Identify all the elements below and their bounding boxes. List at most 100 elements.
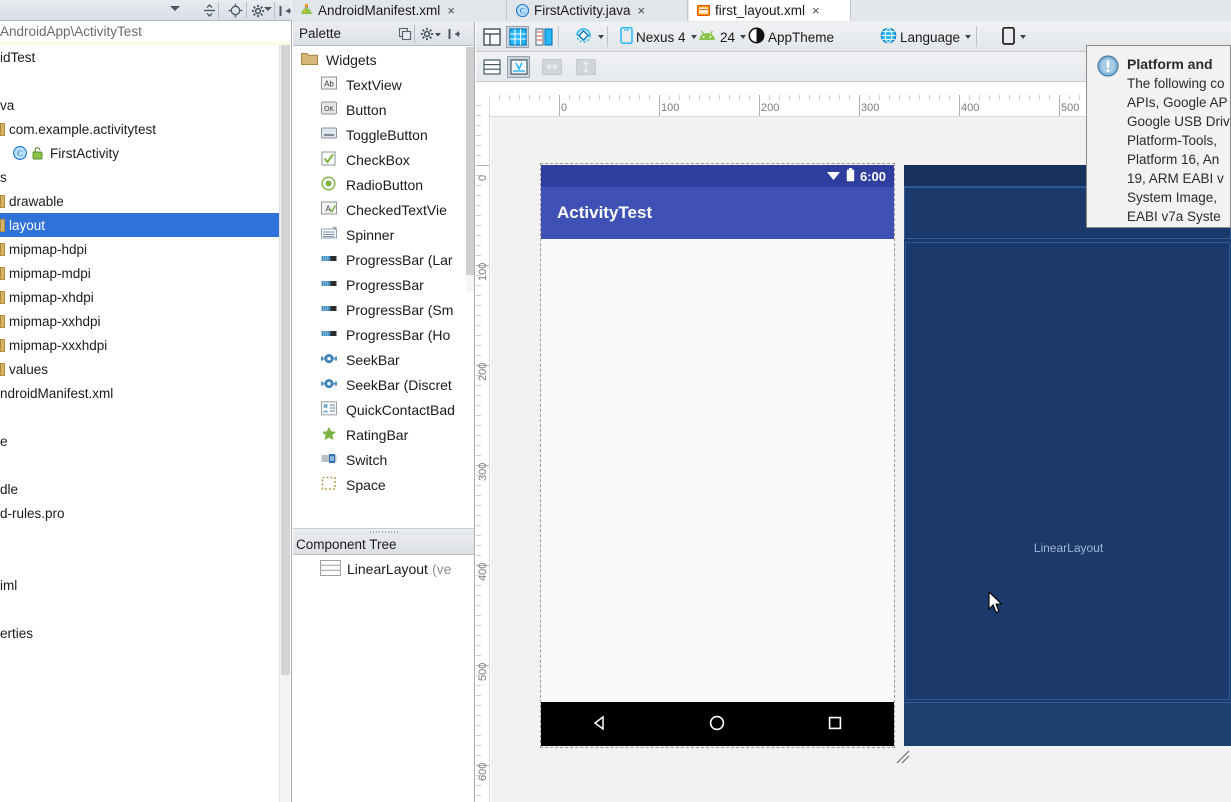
device-preview-render[interactable]: 6:00 ActivityTest	[541, 165, 894, 746]
close-icon[interactable]: ×	[638, 4, 646, 17]
chevron-down-icon[interactable]	[740, 35, 747, 39]
palette-item-checkedtextvie[interactable]: A CheckedTextVie	[321, 197, 447, 222]
ruler-minor-tick	[476, 315, 481, 316]
close-icon[interactable]: ×	[812, 4, 820, 17]
chevron-down-icon[interactable]	[598, 35, 604, 39]
palette-item-ratingbar[interactable]: RatingBar	[321, 422, 408, 447]
theme-selector[interactable]: AppTheme	[748, 26, 834, 48]
target-icon[interactable]	[227, 2, 244, 19]
palette-group-label: Widgets	[326, 51, 377, 68]
palette-item-spinner[interactable]: Spinner	[321, 222, 394, 247]
project-tree-row[interactable]: mipmap-hdpi	[0, 237, 279, 261]
ruler-minor-tick	[679, 95, 680, 100]
palette-scrollbar[interactable]	[466, 47, 474, 292]
project-tree-row[interactable]: values	[0, 357, 279, 381]
resize-handle[interactable]	[894, 748, 912, 766]
palette-item-seekbar-discret[interactable]: SeekBar (Discret	[321, 372, 452, 397]
svg-text:C: C	[17, 149, 23, 158]
notification-line: System Image,	[1127, 190, 1218, 205]
chevron-down-icon[interactable]	[690, 35, 697, 39]
project-tree-row[interactable]: iml	[0, 573, 279, 597]
palette-item-progressbar[interactable]: ProgressBar	[321, 272, 424, 297]
editor-tab-firstactivity-java[interactable]: C FirstActivity.java ×	[508, 0, 688, 21]
palette-group-widgets[interactable]: Widgets	[301, 47, 377, 72]
palette-item-space[interactable]: Space	[321, 472, 386, 497]
component-tree-body[interactable]: LinearLayout (ve	[293, 555, 474, 802]
palette-item-checkbox[interactable]: CheckBox	[321, 147, 410, 172]
editor-tab-first-layout-xml[interactable]: first_layout.xml ×	[689, 0, 851, 21]
distribute-vertical-button[interactable]	[574, 56, 597, 78]
palette-item-label: ProgressBar (Sm	[346, 301, 454, 318]
hide-panel-icon[interactable]	[446, 26, 462, 42]
project-tree-row[interactable]: mipmap-xhdpi	[0, 285, 279, 309]
project-tree-row[interactable]: idTest	[0, 45, 279, 69]
scrollbar-thumb[interactable]	[466, 47, 474, 275]
project-panel-scrollbar[interactable]	[279, 45, 290, 802]
hide-panel-icon[interactable]	[276, 2, 293, 19]
nav-back-triangle-icon[interactable]	[590, 713, 610, 736]
palette-item-togglebutton[interactable]: ToggleButton	[321, 122, 428, 147]
copy-icon[interactable]	[397, 26, 413, 42]
baseline-toggle-button[interactable]	[507, 56, 530, 78]
notification-balloon[interactable]: Platform and The following co APIs, Goog…	[1086, 45, 1231, 228]
close-icon[interactable]: ×	[447, 4, 455, 17]
both-mode-button[interactable]	[532, 26, 555, 48]
ruler-minor-tick	[476, 635, 481, 636]
blueprint-preview[interactable]: LinearLayout	[904, 165, 1231, 746]
ruler-minor-tick	[929, 95, 930, 100]
project-tree-row[interactable]: drawable	[0, 189, 279, 213]
layout-xml-icon	[696, 3, 711, 18]
design-mode-button[interactable]	[480, 26, 503, 48]
project-tree[interactable]: idTest va com.example.activitytest C FirstAc…	[0, 45, 279, 802]
project-tree-row[interactable]: ndroidManifest.xml	[0, 381, 279, 405]
project-tree-row[interactable]: erties	[0, 621, 279, 645]
palette-item-quickcontactbad[interactable]: QuickContactBad	[321, 397, 455, 422]
editor-tab-androidmanifest[interactable]: AndroidManifest.xml ×	[292, 0, 507, 21]
device-content-area[interactable]	[541, 239, 894, 702]
project-tree-row[interactable]: layout	[0, 213, 279, 237]
palette-item-button[interactable]: OK Button	[321, 97, 386, 122]
project-tree-row[interactable]: mipmap-mdpi	[0, 261, 279, 285]
ruler-minor-tick	[499, 95, 500, 100]
palette-item-switch[interactable]: Switch	[321, 447, 387, 472]
component-tree-node-linearlayout[interactable]: LinearLayout (ve	[320, 560, 451, 577]
project-tree-row[interactable]: dle	[0, 477, 279, 501]
api-selector[interactable]: 24	[697, 26, 747, 48]
chevron-down-icon[interactable]	[1020, 35, 1026, 39]
component-tree-header: Component Tree	[293, 534, 474, 555]
language-selector[interactable]: Language	[880, 26, 972, 48]
project-tree-row[interactable]: s	[0, 165, 279, 189]
project-tree-row[interactable]: va	[0, 93, 279, 117]
blueprint-linearlayout-node[interactable]: LinearLayout	[905, 242, 1230, 700]
palette-item-progressbar-sm[interactable]: ProgressBar (Sm	[321, 297, 453, 322]
palette-item-radiobutton[interactable]: RadioButton	[321, 172, 423, 197]
palette-item-progressbar-lar[interactable]: ProgressBar (Lar	[321, 247, 453, 272]
distribute-horizontal-button[interactable]	[540, 56, 563, 78]
orientation-button[interactable]	[574, 26, 604, 48]
project-tree-row[interactable]: C FirstActivity	[0, 141, 279, 165]
project-tree-row[interactable]: e	[0, 429, 279, 453]
project-tree-row[interactable]: com.example.activitytest	[0, 117, 279, 141]
gear-icon[interactable]	[419, 26, 435, 42]
palette-item-textview[interactable]: Ab TextView	[321, 72, 402, 97]
palette-item-progressbar-ho[interactable]: ProgressBar (Ho	[321, 322, 450, 347]
blueprint-mode-button[interactable]	[506, 26, 529, 48]
nav-recents-square-icon[interactable]	[825, 713, 845, 736]
device-selector[interactable]: Nexus 4	[620, 26, 697, 48]
project-tree-row[interactable]: mipmap-xxhdpi	[0, 309, 279, 333]
palette-item-seekbar[interactable]: SeekBar	[321, 347, 400, 372]
gear-caret-icon[interactable]	[264, 7, 272, 11]
breadcrumb: AndroidApp\ActivityTest	[0, 21, 291, 42]
gear-caret-icon[interactable]	[434, 26, 442, 42]
preview-device-button[interactable]	[1002, 26, 1026, 48]
project-tree-row-label: ndroidManifest.xml	[0, 385, 114, 401]
palette-widget-list[interactable]: Widgets Ab TextView OK Button ToggleButton Che…	[293, 47, 474, 528]
dropdown-caret-icon[interactable]	[170, 6, 180, 11]
project-tree-row[interactable]: mipmap-xxxhdpi	[0, 333, 279, 357]
chevron-down-icon[interactable]	[965, 35, 972, 39]
rows-icon-button[interactable]	[480, 56, 503, 78]
collapse-all-icon[interactable]	[201, 2, 218, 19]
nav-home-circle-icon[interactable]	[707, 713, 727, 736]
project-tree-row[interactable]: d-rules.pro	[0, 501, 279, 525]
scrollbar-thumb[interactable]	[281, 45, 290, 675]
